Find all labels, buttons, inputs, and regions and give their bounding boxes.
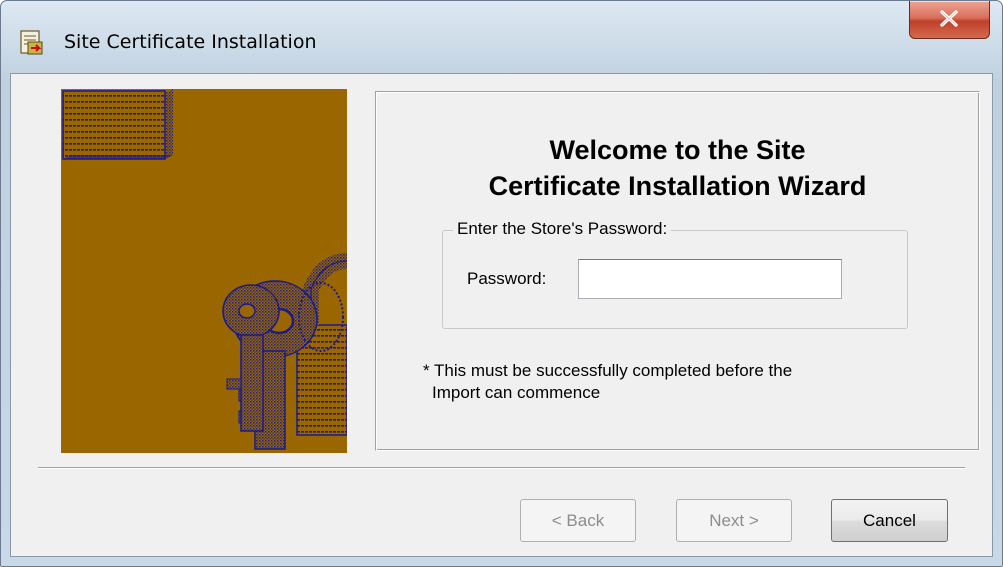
- wizard-client-area: Welcome to the Site Certificate Installa…: [10, 73, 993, 557]
- wizard-window: Site Certificate Installation Welcome to…: [0, 0, 1003, 567]
- wizard-heading: Welcome to the Site Certificate Installa…: [376, 132, 979, 204]
- welcome-panel: Welcome to the Site Certificate Installa…: [375, 91, 980, 451]
- password-group-label: Enter the Store's Password:: [453, 219, 672, 239]
- button-separator: [38, 467, 965, 469]
- close-button[interactable]: [909, 1, 990, 39]
- next-button[interactable]: Next >: [676, 499, 792, 542]
- cancel-button[interactable]: Cancel: [831, 499, 948, 542]
- keys-and-document-illustration: [61, 89, 347, 453]
- window-title: Site Certificate Installation: [64, 31, 317, 53]
- password-groupbox: Enter the Store's Password: Password:: [442, 219, 908, 329]
- title-bar[interactable]: Site Certificate Installation: [1, 1, 1002, 73]
- back-button[interactable]: < Back: [520, 499, 636, 542]
- wizard-heading-line1: Welcome to the Site: [549, 135, 806, 165]
- password-label: Password:: [467, 269, 547, 288]
- completion-note-line2: Import can commence: [432, 383, 601, 402]
- close-icon: [940, 10, 958, 27]
- completion-note-line1: * This must be successfully completed be…: [423, 361, 793, 380]
- wizard-heading-line2: Certificate Installation Wizard: [488, 171, 867, 201]
- completion-note: * This must be successfully completed be…: [423, 360, 963, 404]
- certificate-install-icon: [19, 29, 45, 57]
- password-input[interactable]: [578, 259, 842, 299]
